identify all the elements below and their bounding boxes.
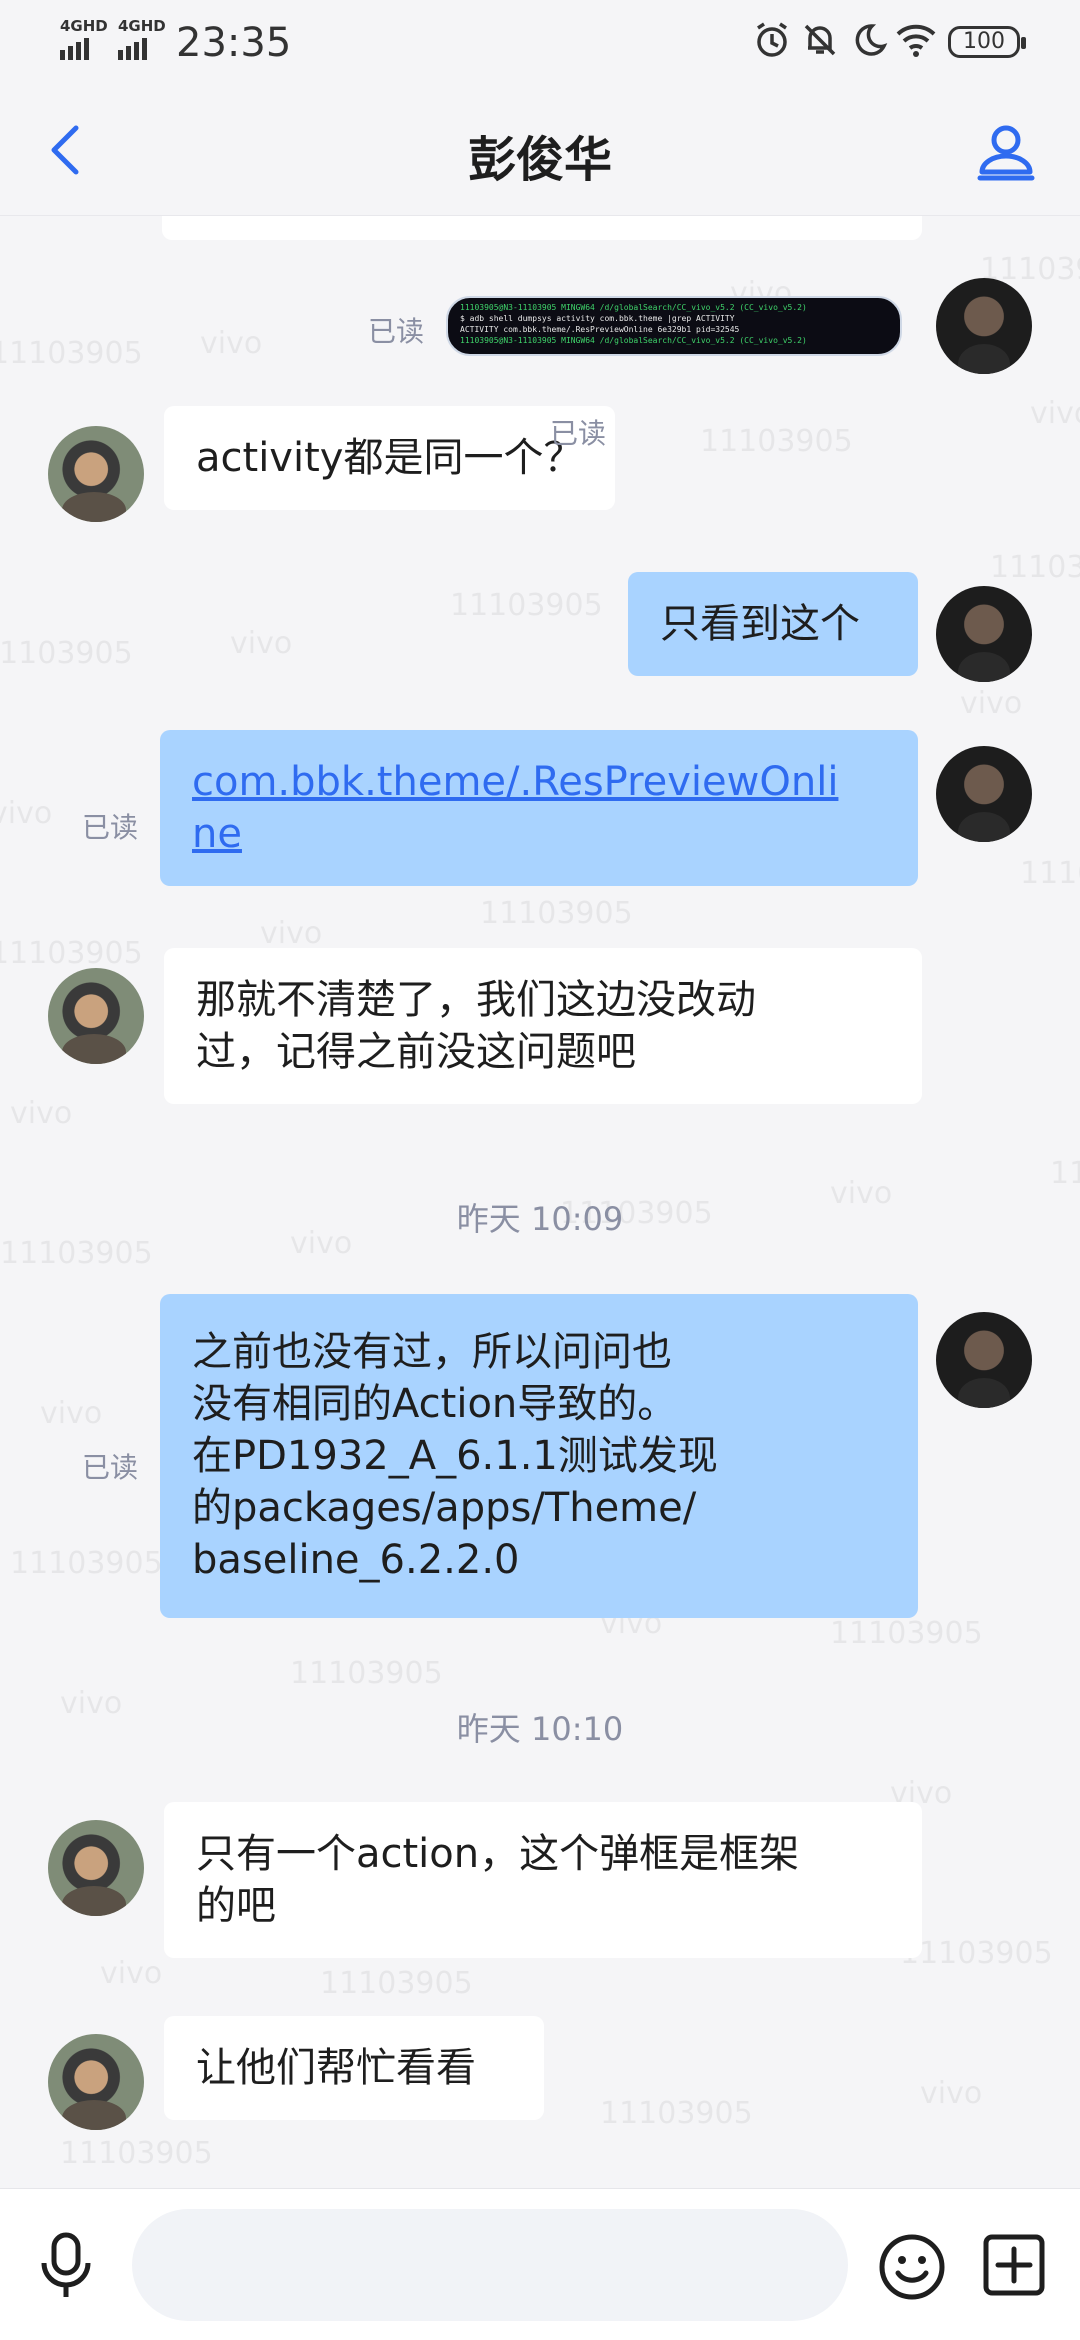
my-avatar[interactable]	[936, 586, 1032, 682]
message-bubble-incoming[interactable]: 那就不清楚了，我们这边没改动 过，记得之前没这问题吧	[164, 948, 922, 1104]
watermark: 11103905	[990, 550, 1080, 585]
message-line: 过，记得之前没这问题吧	[196, 1029, 636, 1075]
message-line: 的packages/apps/Theme/	[192, 1485, 697, 1531]
watermark: 11103905	[0, 636, 133, 671]
network-label-1: 4GHD	[60, 17, 108, 35]
message-line: baseline_6.2.2.0	[192, 1537, 520, 1583]
chat-header: 彭俊华	[0, 84, 1080, 216]
message-line: 只有一个action，这个弹框是框架	[196, 1831, 800, 1877]
message-bubble-partial[interactable]	[162, 216, 922, 240]
contact-avatar[interactable]	[48, 426, 144, 522]
image-text-line: 11103905@N3-11103905 MINGW64 /d/globalSe…	[460, 336, 807, 345]
watermark: vivo	[40, 1396, 103, 1431]
battery-indicator: 100	[948, 26, 1026, 58]
signal-icon	[118, 38, 166, 60]
message-line: 的吧	[196, 1883, 276, 1929]
moon-icon	[855, 24, 888, 56]
message-line: 之前也没有过，所以问问也	[192, 1329, 672, 1375]
read-receipt: 已读	[82, 811, 139, 844]
read-receipt: 已读	[550, 417, 607, 450]
watermark: vivo	[920, 2076, 983, 2111]
image-text-line: 11103905@N3-11103905 MINGW64 /d/globalSe…	[460, 303, 807, 312]
message-line: 没有相同的Action导致的。	[192, 1381, 678, 1427]
emoji-icon[interactable]	[878, 2233, 946, 2301]
watermark: 11103905	[830, 1616, 983, 1651]
contact-avatar[interactable]	[48, 2034, 144, 2130]
time-separator: 昨天 10:09	[456, 1200, 624, 1238]
alarm-icon	[757, 22, 787, 57]
watermark: 11103905	[480, 896, 633, 931]
watermark: 11103905	[10, 1546, 163, 1581]
input-bar	[0, 2188, 1080, 2340]
watermark: 11103905	[0, 336, 143, 371]
watermark: 11103905	[1050, 1156, 1080, 1191]
my-avatar[interactable]	[936, 278, 1032, 374]
network-indicator-1: 4GHD	[60, 18, 108, 60]
time-separator: 昨天 10:10	[456, 1710, 624, 1748]
contact-avatar[interactable]	[48, 968, 144, 1064]
watermark: 11103905	[0, 1236, 153, 1271]
plus-square-icon[interactable]	[982, 2233, 1046, 2297]
person-icon[interactable]	[974, 120, 1038, 184]
image-message[interactable]: 11103905@N3-11103905 MINGW64 /d/globalSe…	[446, 296, 902, 356]
watermark: 11103905	[320, 1966, 473, 2001]
watermark: 11103905	[600, 2096, 753, 2131]
contact-avatar[interactable]	[48, 1820, 144, 1916]
watermark: 11103905	[900, 1936, 1053, 1971]
network-indicator-2: 4GHD	[118, 18, 166, 60]
watermark: vivo	[10, 1096, 73, 1131]
signal-icon	[60, 38, 108, 60]
watermark: 11103905	[700, 424, 853, 459]
clock: 23:35	[176, 20, 292, 66]
read-receipt: 已读	[368, 315, 425, 348]
page-title: 彭俊华	[467, 132, 612, 188]
message-bubble-outgoing[interactable]: 之前也没有过，所以问问也 没有相同的Action导致的。 在PD1932_A_6…	[160, 1294, 918, 1618]
mute-icon	[804, 24, 836, 56]
my-avatar[interactable]	[936, 746, 1032, 842]
microphone-icon[interactable]	[36, 2231, 96, 2301]
watermark: 11103905	[450, 588, 603, 623]
watermark: 11103905	[290, 1656, 443, 1691]
watermark: vivo	[230, 626, 293, 661]
message-input[interactable]	[132, 2209, 848, 2321]
wifi-icon	[896, 24, 936, 57]
message-list[interactable]: 11103905 11103905 vivo vivo 11103905 viv…	[0, 216, 1080, 2188]
link-text[interactable]: ne	[192, 808, 886, 860]
message-bubble-outgoing[interactable]: 只看到这个	[628, 572, 918, 676]
watermark: 11103905	[0, 936, 143, 971]
message-bubble-incoming[interactable]: 只有一个action，这个弹框是框架 的吧	[164, 1802, 922, 1958]
link-text[interactable]: com.bbk.theme/.ResPreviewOnli	[192, 756, 886, 808]
message-line: 那就不清楚了，我们这边没改动	[196, 977, 756, 1023]
status-bar: 4GHD 4GHD 23:35 100	[0, 0, 1080, 84]
watermark: vivo	[0, 796, 53, 831]
message-bubble-incoming[interactable]: 让他们帮忙看看	[164, 2016, 544, 2120]
watermark: vivo	[100, 1956, 163, 1991]
read-receipt: 已读	[82, 1451, 139, 1484]
watermark: 11103905	[60, 2136, 213, 2171]
watermark: 11103905	[1020, 856, 1080, 891]
message-bubble-link[interactable]: com.bbk.theme/.ResPreviewOnli ne	[160, 730, 918, 886]
watermark: vivo	[960, 686, 1023, 721]
image-text-line: $ adb shell dumpsys activity com.bbk.the…	[460, 314, 735, 323]
watermark: vivo	[260, 916, 323, 951]
message-line: 在PD1932_A_6.1.1测试发现	[192, 1433, 718, 1479]
network-label-2: 4GHD	[118, 17, 166, 35]
message-bubble-incoming[interactable]: activity都是同一个？	[164, 406, 616, 510]
image-text-line: ACTIVITY com.bbk.theme/.ResPreviewOnline…	[460, 325, 740, 334]
watermark: vivo	[1030, 396, 1080, 431]
watermark: vivo	[200, 326, 263, 361]
my-avatar[interactable]	[936, 1312, 1032, 1408]
